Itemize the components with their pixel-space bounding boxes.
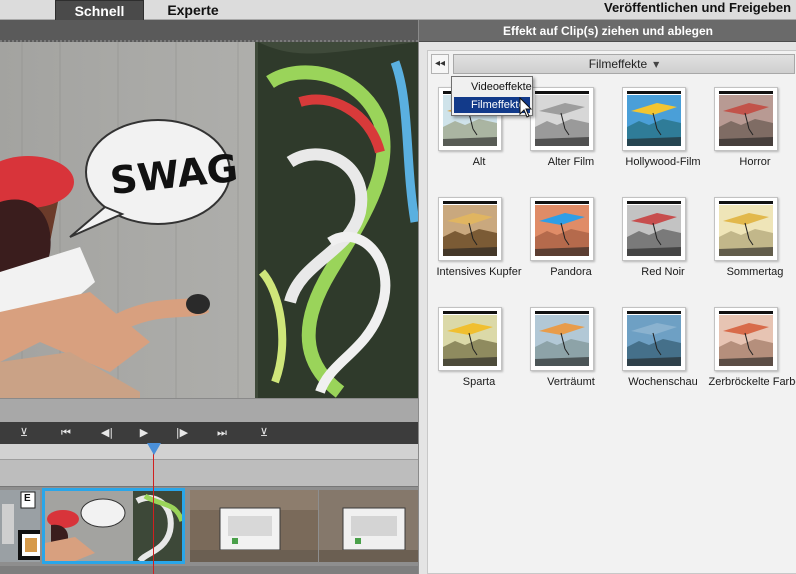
next-edit-icon[interactable]: ⏭ — [212, 425, 232, 441]
preview-footer — [0, 398, 418, 422]
effect-item[interactable]: Sparta — [433, 307, 525, 397]
go-to-end-icon[interactable]: ⊻ — [254, 425, 274, 441]
video-preview[interactable]: SWAG — [0, 42, 418, 398]
previous-edit-icon[interactable]: ⏮ — [56, 425, 76, 441]
timeline-clip-1[interactable]: E — [0, 490, 64, 562]
playback-controls: ⊻ ⏮ ◀| ▶ |▶ ⏭ ⊻ — [0, 422, 418, 444]
playhead-line — [153, 452, 154, 574]
tab-experte[interactable]: Experte — [148, 0, 238, 21]
effect-category-dropdown[interactable]: Filmeffekte ▼ — [453, 54, 795, 74]
effect-label: Zerbröckelte Farbe — [708, 376, 796, 388]
effect-label: Horror — [739, 156, 771, 168]
timeline-clip-4[interactable] — [319, 490, 418, 562]
step-back-icon[interactable]: ◀| — [97, 425, 117, 441]
effect-item[interactable]: Hollywood-Film — [617, 87, 709, 177]
effect-item[interactable]: Verträumt — [525, 307, 617, 397]
effect-thumbnail — [617, 307, 709, 373]
tab-schnell[interactable]: Schnell — [55, 0, 144, 21]
top-bar: Schnell Experte Veröffentlichen und Frei… — [0, 0, 796, 21]
clip-3-thumbnail — [190, 490, 318, 562]
chevron-down-icon: ▼ — [653, 60, 660, 69]
playhead-handle[interactable] — [147, 443, 161, 455]
effect-category-selected: Filmeffekte — [588, 57, 648, 71]
effect-thumbnail — [525, 197, 617, 263]
video-frame-image: SWAG — [0, 42, 418, 398]
clip-2-thumbnail — [45, 491, 182, 561]
effect-thumbnail — [617, 87, 709, 153]
clip-4-thumbnail — [319, 490, 418, 562]
effects-panel-header: Effekt auf Clip(s) ziehen und ablegen — [419, 20, 796, 42]
effect-item[interactable]: Horror — [709, 87, 796, 177]
timeline-ruler[interactable] — [0, 444, 418, 460]
effect-item[interactable]: Wochenschau — [617, 307, 709, 397]
effect-item[interactable]: Intensives Kupfer — [433, 197, 525, 287]
effect-thumbnail — [525, 87, 617, 153]
effect-item[interactable]: Alter Film — [525, 87, 617, 177]
effect-thumbnail — [709, 87, 796, 153]
clip-1-thumbnail — [0, 490, 64, 562]
effect-item[interactable]: Red Noir — [617, 197, 709, 287]
timeline-bottom-bar — [0, 566, 418, 574]
effect-item[interactable]: Pandora — [525, 197, 617, 287]
effect-thumbnail — [433, 307, 525, 373]
timeline-clip-3[interactable] — [190, 490, 318, 562]
mouse-cursor-icon — [519, 97, 533, 118]
go-to-start-icon[interactable]: ⊻ — [14, 425, 34, 441]
step-forward-icon[interactable]: |▶ — [172, 425, 192, 441]
effect-label: Sommertag — [726, 266, 784, 278]
effect-thumbnail — [709, 197, 796, 263]
effect-thumbnail — [433, 197, 525, 263]
effect-item[interactable]: Sommertag — [709, 197, 796, 287]
play-icon[interactable]: ▶ — [134, 425, 154, 441]
menu-item-videoeffekte[interactable]: Videoeffekte — [454, 79, 532, 95]
preview-top-strip — [0, 20, 418, 42]
timeline-clip-selected[interactable] — [42, 488, 185, 564]
effect-thumbnail — [617, 197, 709, 263]
collapse-panel-icon[interactable]: ◂◂ — [431, 54, 449, 74]
effect-item[interactable]: Zerbröckelte Farbe — [709, 307, 796, 397]
clip-1-badge: E — [24, 493, 31, 504]
effect-thumbnail — [709, 307, 796, 373]
timeline-spacer — [0, 460, 418, 486]
effect-thumbnail — [525, 307, 617, 373]
publish-and-share-button[interactable]: Veröffentlichen und Freigeben — [604, 0, 796, 20]
